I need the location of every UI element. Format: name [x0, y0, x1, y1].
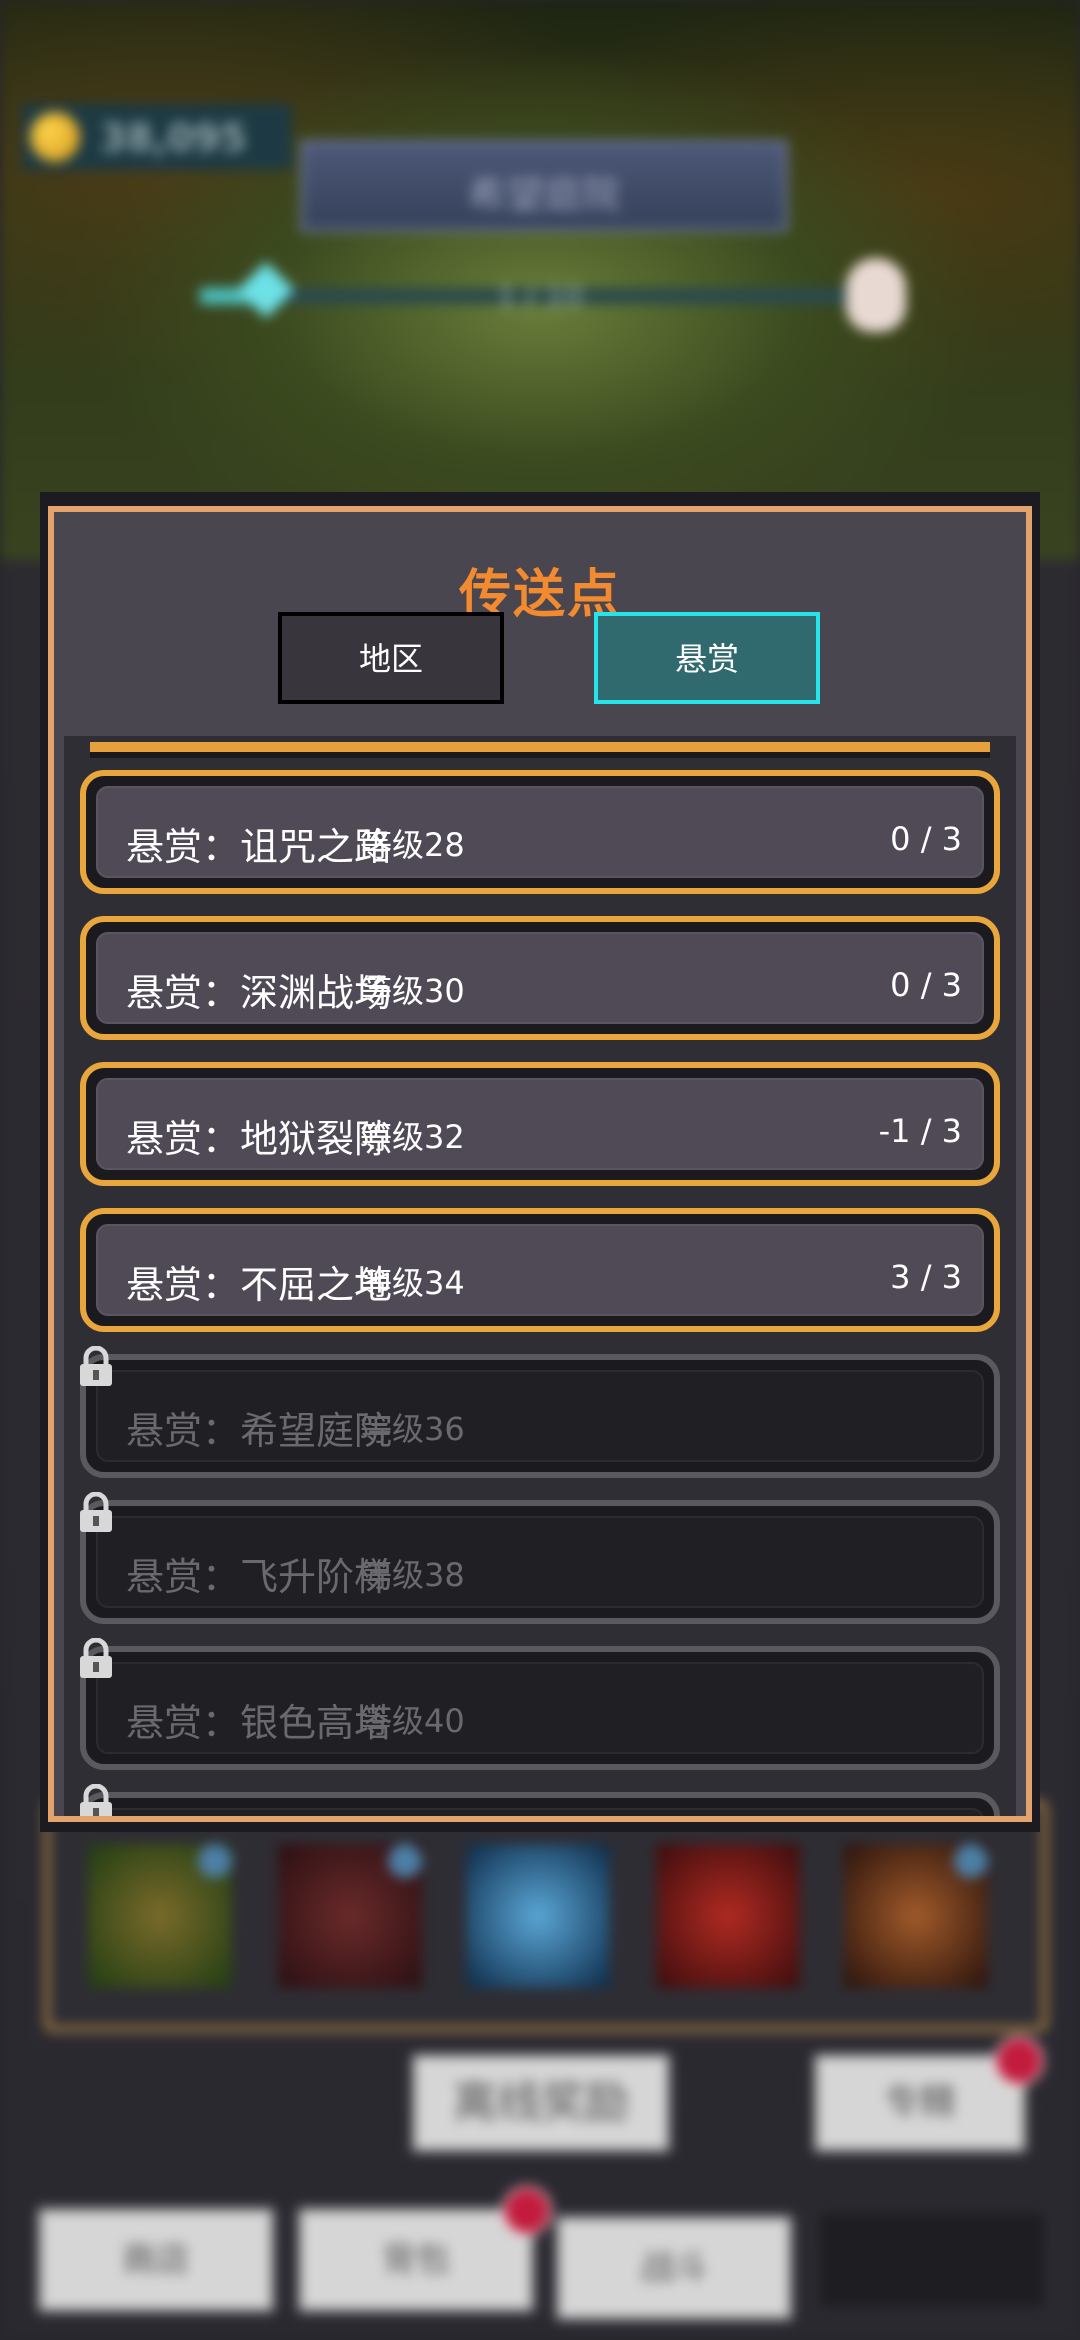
specialize-button[interactable]: 专精: [814, 2054, 1026, 2152]
teleport-modal: 传送点 地区 悬赏 悬赏：诅咒之路 等级28 0 / 3 悬赏：深渊战场 等级3…: [40, 492, 1040, 1832]
teleport-panel: 传送点 地区 悬赏 悬赏：诅咒之路 等级28 0 / 3 悬赏：深渊战场 等级3…: [48, 506, 1032, 1822]
bounty-row[interactable]: 悬赏：不屈之地 等级34 3 / 3: [80, 1208, 1000, 1332]
bounty-row-body: 悬赏：银色高塔 等级40: [96, 1662, 984, 1754]
nav-battle-button[interactable]: 战斗: [556, 2216, 792, 2320]
skill-badge-icon: [954, 1844, 988, 1878]
gold-coin-icon: [30, 112, 80, 162]
lock-icon: [80, 1784, 112, 1816]
bounty-row-locked[interactable]: 悬赏：希望庭院 等级36: [80, 1346, 1000, 1478]
bounty-level: 等级28: [360, 826, 465, 864]
lock-icon: [80, 1638, 112, 1678]
gold-amount: 38,095: [100, 116, 247, 160]
nav-locked-button[interactable]: [814, 2208, 1050, 2312]
modal-title: 传送点: [458, 565, 621, 625]
bounty-name: 悬赏：飞升阶梯: [126, 1555, 393, 1599]
bounty-row-body: 悬赏：地狱裂隙 等级32 -1 / 3: [96, 1078, 984, 1170]
bounty-row-locked[interactable]: 悬赏：银色高塔 等级40: [80, 1638, 1000, 1770]
bounty-row[interactable]: 悬赏：地狱裂隙 等级32 -1 / 3: [80, 1062, 1000, 1186]
bounty-name: 悬赏：地狱裂隙: [126, 1117, 393, 1161]
bounty-count: -1 / 3: [878, 1112, 962, 1150]
bounty-row-body: 悬赏：飞升阶梯 等级38: [96, 1516, 984, 1608]
bounty-count: 0 / 3: [890, 966, 962, 1004]
bounty-name: 悬赏：深渊战场: [126, 971, 393, 1015]
bounty-level: 等级40: [360, 1702, 465, 1740]
skill-slot-5[interactable]: [844, 1844, 988, 1988]
bounty-name: 悬赏：希望庭院: [126, 1409, 393, 1453]
boss-mask-icon: [846, 258, 906, 332]
bounty-level: 等级34: [360, 1264, 465, 1302]
skill-slot-2[interactable]: [278, 1844, 422, 1988]
bag-notification-badge: [502, 2186, 552, 2236]
skill-badge-icon: [198, 1844, 232, 1878]
bounty-row-body: 悬赏：诅咒之路 等级28 0 / 3: [96, 786, 984, 878]
specialize-notification-badge: [994, 2036, 1044, 2086]
offline-reward-button[interactable]: 离线奖励: [412, 2054, 670, 2152]
bounty-name: 悬赏：诅咒之路: [126, 825, 393, 869]
bounty-level: 等级38: [360, 1556, 465, 1594]
bounty-name: 悬赏：不屈之地: [126, 1263, 393, 1307]
nav-bag-button[interactable]: 背包: [298, 2208, 534, 2312]
bounty-list[interactable]: 悬赏：诅咒之路 等级28 0 / 3 悬赏：深渊战场 等级30 0 / 3 悬赏…: [64, 736, 1016, 1816]
lock-icon: [80, 1492, 112, 1532]
list-top-edge: [90, 742, 990, 758]
area-name: 希望庭院: [467, 173, 620, 217]
skill-slot-1[interactable]: [88, 1844, 232, 1988]
bounty-row[interactable]: 悬赏：深渊战场 等级30 0 / 3: [80, 916, 1000, 1040]
bounty-row[interactable]: 悬赏：诅咒之路 等级28 0 / 3: [80, 770, 1000, 894]
bounty-level: 等级30: [360, 972, 465, 1010]
bounty-row-body: 悬赏：深渊战场 等级30 0 / 3: [96, 932, 984, 1024]
bounty-level: 等级36: [360, 1410, 465, 1448]
skill-slot-3[interactable]: [466, 1844, 610, 1988]
nav-shop-button[interactable]: 商店: [38, 2208, 274, 2312]
bounty-count: 3 / 3: [890, 1258, 962, 1296]
bounty-row-body: 悬赏：不屈之地 等级34 3 / 3: [96, 1224, 984, 1316]
bounty-row-body: 悬赏：希望庭院 等级36: [96, 1370, 984, 1462]
bounty-row-locked-partial[interactable]: [80, 1784, 1000, 1816]
skill-slot-4[interactable]: [656, 1844, 800, 1988]
stage-progress-text: 1 / 10: [496, 280, 584, 315]
bounty-name: 悬赏：银色高塔: [126, 1701, 393, 1745]
bounty-level: 等级32: [360, 1118, 465, 1156]
tab-region[interactable]: 地区: [278, 612, 504, 704]
bounty-count: 0 / 3: [890, 820, 962, 858]
bounty-row-body: [96, 1808, 984, 1816]
area-banner: 希望庭院: [300, 140, 788, 232]
skill-badge-icon: [388, 1844, 422, 1878]
lock-icon: [80, 1346, 112, 1386]
tab-bounty[interactable]: 悬赏: [594, 612, 820, 704]
bounty-row-locked[interactable]: 悬赏：飞升阶梯 等级38: [80, 1492, 1000, 1624]
